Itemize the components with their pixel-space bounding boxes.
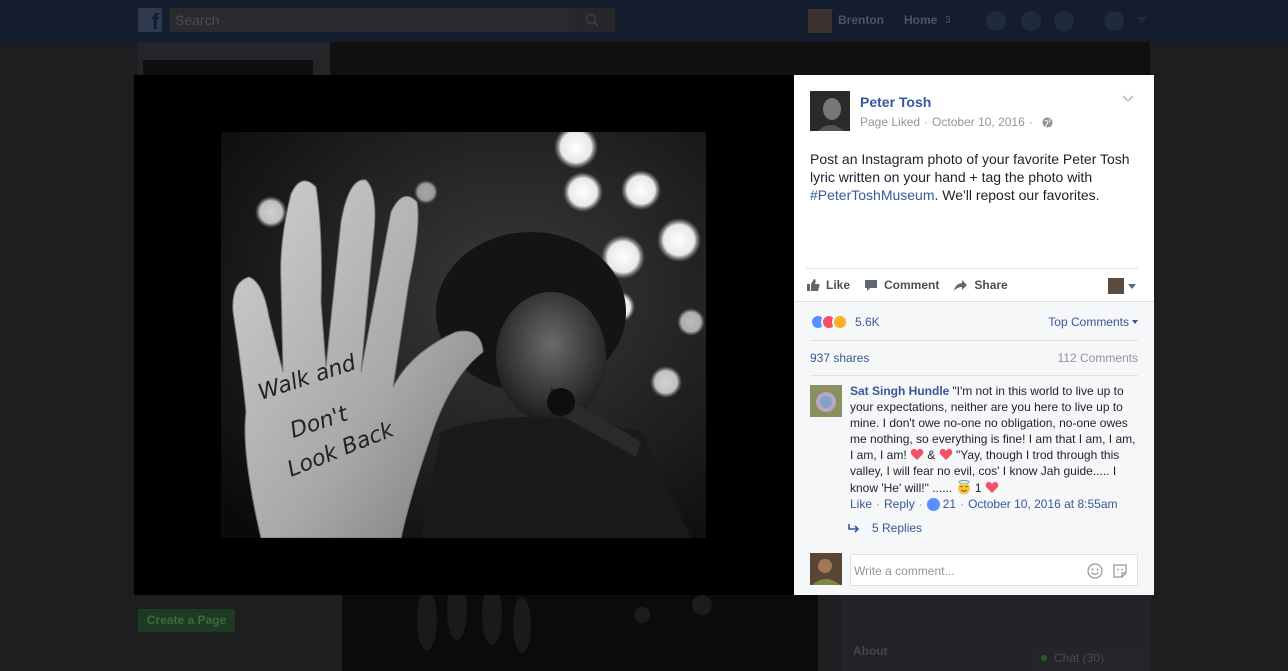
facebook-logo-icon[interactable]: f (138, 8, 162, 32)
post-photo[interactable]: Walk and Don't Look Back (221, 132, 706, 538)
comment-like-link[interactable]: Like (850, 497, 872, 511)
comment-button[interactable]: Comment (864, 278, 939, 292)
comment-text-amp: & (924, 448, 939, 462)
reactions-summary[interactable]: 5.6K (810, 314, 880, 330)
comment-actions: Like · Reply · 21 · October 10, 2016 at … (850, 497, 1118, 511)
comment-bubble-icon (865, 279, 878, 291)
comment-label: Comment (884, 278, 940, 292)
search-input[interactable]: Search (169, 8, 615, 32)
about-section-title[interactable]: About (853, 644, 888, 658)
friend-requests-icon[interactable] (986, 11, 1006, 31)
share-arrow-icon (954, 279, 968, 291)
page-liked-label: Page Liked (860, 115, 921, 129)
account-menu-chevron-icon[interactable] (1136, 17, 1148, 22)
comments-section: 5.6K Top Comments 937 shares 112 Comment… (794, 301, 1154, 595)
separator: · (876, 497, 881, 511)
like-label: Like (826, 278, 851, 292)
peter-tosh-hand-image: Walk and Don't Look Back (221, 132, 706, 538)
comment-like-badge-icon (926, 497, 940, 511)
meta-separator: · (924, 115, 929, 129)
comments-count[interactable]: 112 Comments (1058, 351, 1138, 365)
background-post-photo (342, 595, 818, 671)
post-author-name[interactable]: Peter Tosh (860, 94, 931, 110)
thumbs-up-icon (807, 279, 820, 291)
shares-count[interactable]: 937 shares (810, 351, 869, 365)
comment-body: Sat Singh Hundle "I'm not in this world t… (850, 383, 1142, 496)
post-message: Post an Instagram photo of your favorite… (810, 150, 1140, 204)
background-hand-image (417, 595, 712, 653)
messages-icon[interactable] (1021, 11, 1041, 31)
globe-icon (1042, 116, 1053, 128)
nav-home-link[interactable]: Home (904, 13, 937, 27)
notifications-icon[interactable] (1054, 11, 1074, 31)
hashtag-link[interactable]: #PeterToshMuseum (810, 187, 935, 203)
meta-separator-2: · (1028, 115, 1033, 129)
heart-emoji-icon (939, 448, 952, 460)
view-replies-link[interactable]: 5 Replies (848, 521, 922, 535)
user-avatar[interactable] (808, 9, 832, 33)
online-status-dot (1041, 655, 1047, 661)
chat-bar[interactable]: Chat (30) (1032, 645, 1150, 671)
background-thumbnail (143, 60, 313, 76)
post-meta: Page Liked · October 10, 2016 · (860, 115, 1053, 129)
angel-emoji-icon (957, 480, 970, 495)
replies-count: 5 Replies (872, 521, 923, 535)
top-comments-label: Top Comments (1048, 315, 1129, 329)
nav-user-name[interactable]: Brenton (838, 13, 884, 27)
help-icon[interactable] (1104, 11, 1124, 31)
page-avatar[interactable] (810, 91, 850, 131)
comment-text-part-3: 1 (971, 481, 985, 495)
post-actions-bar: Like Comment Share (806, 268, 1138, 301)
post-date[interactable]: October 10, 2016 (932, 115, 1025, 129)
search-button[interactable] (569, 8, 615, 32)
commenter-avatar[interactable] (810, 385, 842, 417)
haha-reaction-icon (832, 314, 848, 330)
create-page-button[interactable]: Create a Page (138, 609, 235, 632)
search-placeholder: Search (175, 12, 220, 28)
comment-likes-count[interactable]: 21 (943, 497, 956, 511)
share-label: Share (974, 278, 1008, 292)
caret-down-icon (1132, 320, 1138, 324)
comment-reply-link[interactable]: Reply (884, 497, 915, 511)
emoji-picker-icon[interactable] (1087, 563, 1103, 579)
post-as-selector[interactable] (1108, 278, 1136, 294)
heart-emoji-icon (910, 448, 924, 460)
comment-timestamp[interactable]: October 10, 2016 at 8:55am (968, 497, 1117, 511)
separator: · (918, 497, 923, 511)
chat-label: Chat (30) (1054, 651, 1105, 665)
chevron-down-icon[interactable] (1122, 95, 1134, 103)
comment-input[interactable]: Write a comment... (850, 554, 1138, 586)
top-navigation-bar: f Search Brenton Home 3 (0, 0, 1288, 42)
comment-sort-dropdown[interactable]: Top Comments (1048, 315, 1138, 329)
post-text-part-2: . We'll repost our favorites. (934, 187, 1100, 203)
divider (810, 340, 1138, 341)
nav-home-count: 3 (945, 15, 951, 26)
composer-avatar (810, 553, 842, 585)
divider (810, 375, 1138, 376)
share-button[interactable]: Share (953, 278, 1008, 292)
post-text-part-1: Post an Instagram photo of your favorite… (810, 151, 1130, 185)
reply-arrow-icon (848, 524, 860, 533)
commenter-name[interactable]: Sat Singh Hundle (850, 384, 949, 398)
viewer-avatar (1108, 278, 1124, 294)
heart-emoji-icon (985, 481, 999, 493)
separator: · (960, 497, 965, 511)
comment-input-placeholder: Write a comment... (854, 564, 955, 578)
like-button[interactable]: Like (806, 278, 850, 292)
search-icon (585, 13, 599, 27)
post-side-panel: Peter Tosh Page Liked · October 10, 2016… (794, 75, 1154, 595)
caret-down-icon (1128, 283, 1136, 289)
sticker-icon[interactable] (1112, 563, 1128, 579)
reactions-count[interactable]: 5.6K (855, 315, 880, 329)
